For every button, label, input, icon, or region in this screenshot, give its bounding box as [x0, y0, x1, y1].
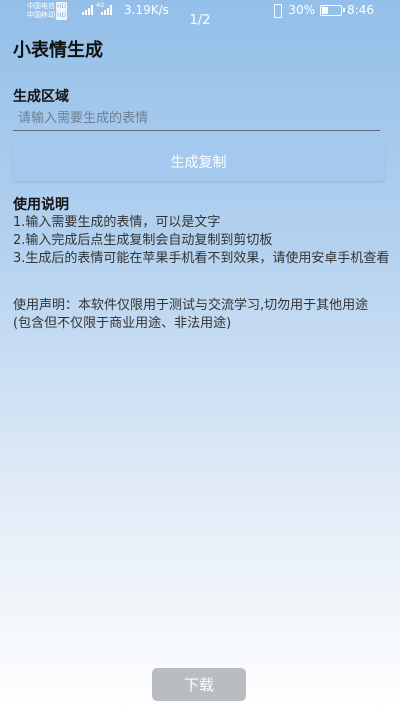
download-button[interactable]: 下载	[152, 668, 246, 701]
page-counter: 1/2	[189, 13, 211, 28]
instructions-title: 使用说明	[13, 197, 69, 213]
page-title: 小表情生成	[13, 40, 103, 61]
instruction-item: 3.生成后的表情可能在苹果手机看不到效果，请使用安卓手机查看	[13, 251, 390, 266]
emoji-input-container	[13, 106, 380, 131]
generate-copy-button[interactable]: 生成复制	[12, 143, 385, 181]
usage-disclaimer: 使用声明：本软件仅限用于测试与交流学习,切勿用于其他用途(包含但不仅限于商业用途…	[13, 298, 369, 331]
hd-badge: HD	[56, 2, 68, 11]
generate-section-label: 生成区域	[13, 89, 69, 105]
carrier-1-label: 中国电信	[27, 2, 55, 10]
emoji-input[interactable]	[13, 106, 380, 130]
instruction-item: 2.输入完成后点生成复制会自动复制到剪切板	[13, 233, 273, 248]
instruction-item: 1.输入需要生成的表情，可以是文字	[13, 215, 221, 230]
